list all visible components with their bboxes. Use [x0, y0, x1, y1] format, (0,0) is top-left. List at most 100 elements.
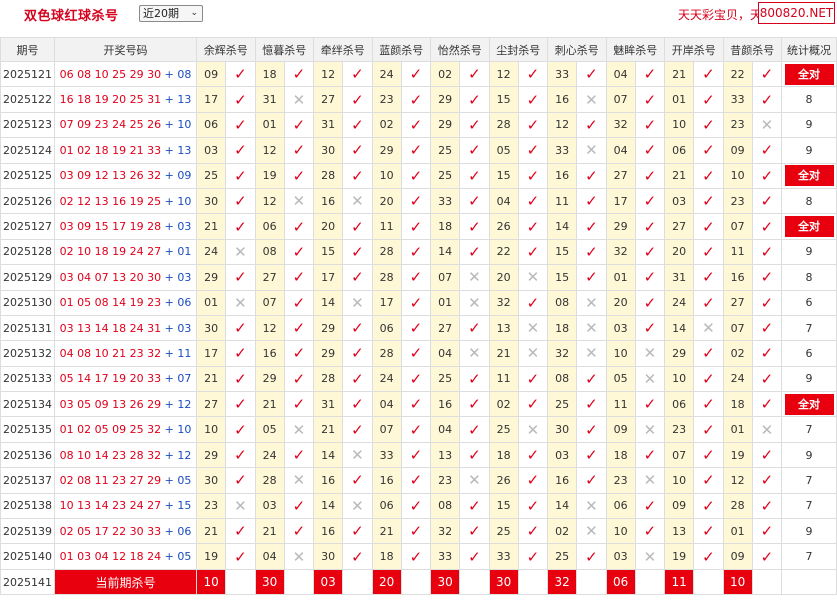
red-balls: 16 18 19 20 25 31 [59, 93, 162, 107]
current-kill-number: 03 [312, 568, 344, 596]
check-icon: ✓ [225, 162, 256, 189]
row-draw-numbers: 06 08 10 25 29 30 + 08 [54, 60, 197, 88]
plus-sign: + [161, 143, 178, 157]
cross-icon: ✕ [517, 416, 549, 443]
kill-number: 04 [605, 60, 636, 88]
kill-number: 22 [722, 60, 753, 88]
cross-icon: ✕ [283, 86, 315, 113]
hit-count: 7 [805, 550, 813, 564]
row-stat: 7 [781, 492, 837, 520]
current-kill-number: 20 [371, 568, 402, 596]
check-icon: ✓ [751, 187, 783, 215]
row-draw-numbers: 10 13 14 23 24 27 + 15 [54, 492, 197, 520]
kill-number: 29 [195, 264, 227, 291]
check-icon: ✓ [225, 391, 256, 418]
blue-ball: 12 [177, 448, 192, 462]
blue-ball: 12 [177, 397, 192, 411]
cross-icon: ✕ [517, 264, 549, 291]
kill-number: 03 [605, 543, 636, 570]
check-icon: ✓ [517, 441, 549, 469]
kill-number: 10 [663, 111, 695, 139]
check-icon: ✓ [751, 238, 783, 266]
kill-number: 04 [488, 187, 519, 215]
kill-number: 21 [195, 518, 227, 545]
header-expert-4[interactable]: 蓝颜杀号 [371, 37, 431, 62]
period-range-value: 近20期 [143, 7, 179, 20]
kill-number: 21 [195, 365, 227, 393]
red-balls: 01 05 08 14 19 23 [59, 296, 162, 310]
cross-icon: ✕ [693, 314, 724, 342]
table-row: 2025128 02 10 18 19 24 27 + 01 24 ✕ 08 ✓ 15 ✓ 28… [0, 238, 837, 266]
row-issue: 2025127 [0, 213, 55, 240]
kill-number: 03 [254, 492, 285, 520]
check-icon: ✓ [400, 187, 432, 215]
blue-ball: 10 [177, 194, 192, 208]
check-icon: ✓ [459, 441, 490, 469]
period-range-select[interactable]: 近20期 ⌄ [139, 5, 203, 22]
plus-sign: + [161, 550, 178, 564]
header-expert-1[interactable]: 余辉杀号 [196, 37, 256, 62]
kill-number: 13 [429, 441, 461, 469]
cross-icon: ✕ [576, 86, 607, 113]
check-icon: ✓ [517, 492, 549, 520]
kill-number: 29 [254, 365, 285, 393]
header-expert-6[interactable]: 尘封杀号 [488, 37, 548, 62]
check-icon: ✓ [517, 518, 549, 545]
cross-icon: ✕ [576, 289, 607, 316]
kill-number: 08 [429, 492, 461, 520]
table-row: 2025140 01 03 04 12 18 24 + 05 19 ✓ 04 ✕ 30 ✓ 18… [0, 543, 837, 570]
kill-number: 16 [312, 518, 344, 545]
kill-number: 20 [605, 289, 636, 316]
header-expert-9[interactable]: 开岸杀号 [664, 37, 724, 62]
kill-number: 16 [371, 467, 402, 494]
kill-number: 07 [371, 416, 402, 443]
kill-number: 29 [312, 340, 344, 367]
check-icon: ✓ [751, 264, 783, 291]
kill-number: 29 [429, 86, 461, 113]
check-icon: ✓ [342, 467, 373, 494]
header-expert-5[interactable]: 怡然杀号 [430, 37, 490, 62]
kill-number: 27 [429, 314, 461, 342]
kill-number: 04 [429, 416, 461, 443]
current-blank-cell [634, 568, 666, 596]
kill-number: 12 [722, 467, 753, 494]
cross-icon: ✕ [751, 416, 783, 443]
kill-number: 16 [546, 467, 578, 494]
check-icon: ✓ [751, 492, 783, 520]
check-icon: ✓ [283, 441, 315, 469]
site-badge[interactable]: 800820.NET [758, 2, 835, 24]
hit-count: 9 [805, 448, 813, 462]
cross-icon: ✕ [517, 314, 549, 342]
kill-number: 25 [429, 365, 461, 393]
kill-number: 26 [488, 213, 519, 240]
header-expert-7[interactable]: 刺心杀号 [547, 37, 607, 62]
red-balls: 06 08 10 25 29 30 [59, 67, 162, 81]
table-row: 2025129 03 04 07 13 20 30 + 03 29 ✓ 27 ✓ 17 ✓ 28… [0, 264, 837, 291]
cross-icon: ✕ [576, 314, 607, 342]
check-icon: ✓ [751, 543, 783, 570]
kill-number: 11 [546, 187, 578, 215]
header-expert-3[interactable]: 牵绊杀号 [313, 37, 373, 62]
kill-number: 01 [605, 264, 636, 291]
kill-number: 03 [663, 187, 695, 215]
check-icon: ✓ [693, 213, 724, 240]
row-issue: 2025129 [0, 264, 55, 291]
kill-number: 32 [605, 111, 636, 139]
check-icon: ✓ [342, 137, 373, 164]
header-expert-10[interactable]: 昔颜杀号 [722, 37, 782, 62]
header-expert-2[interactable]: 憶暮杀号 [254, 37, 314, 62]
current-kill-number: 10 [722, 568, 753, 596]
kill-number: 17 [605, 187, 636, 215]
check-icon: ✓ [751, 365, 783, 393]
check-icon: ✓ [693, 111, 724, 139]
kill-number: 32 [429, 518, 461, 545]
kill-number: 07 [722, 213, 753, 240]
kill-number: 32 [605, 238, 636, 266]
promo-link[interactable]: 天天彩宝贝，天 [678, 6, 762, 23]
blue-ball: 07 [177, 372, 192, 386]
blue-ball: 10 [177, 118, 192, 132]
row-stat: 6 [781, 340, 837, 367]
kill-number: 21 [254, 518, 285, 545]
header-expert-8[interactable]: 魅眸杀号 [605, 37, 665, 62]
check-icon: ✓ [459, 187, 490, 215]
